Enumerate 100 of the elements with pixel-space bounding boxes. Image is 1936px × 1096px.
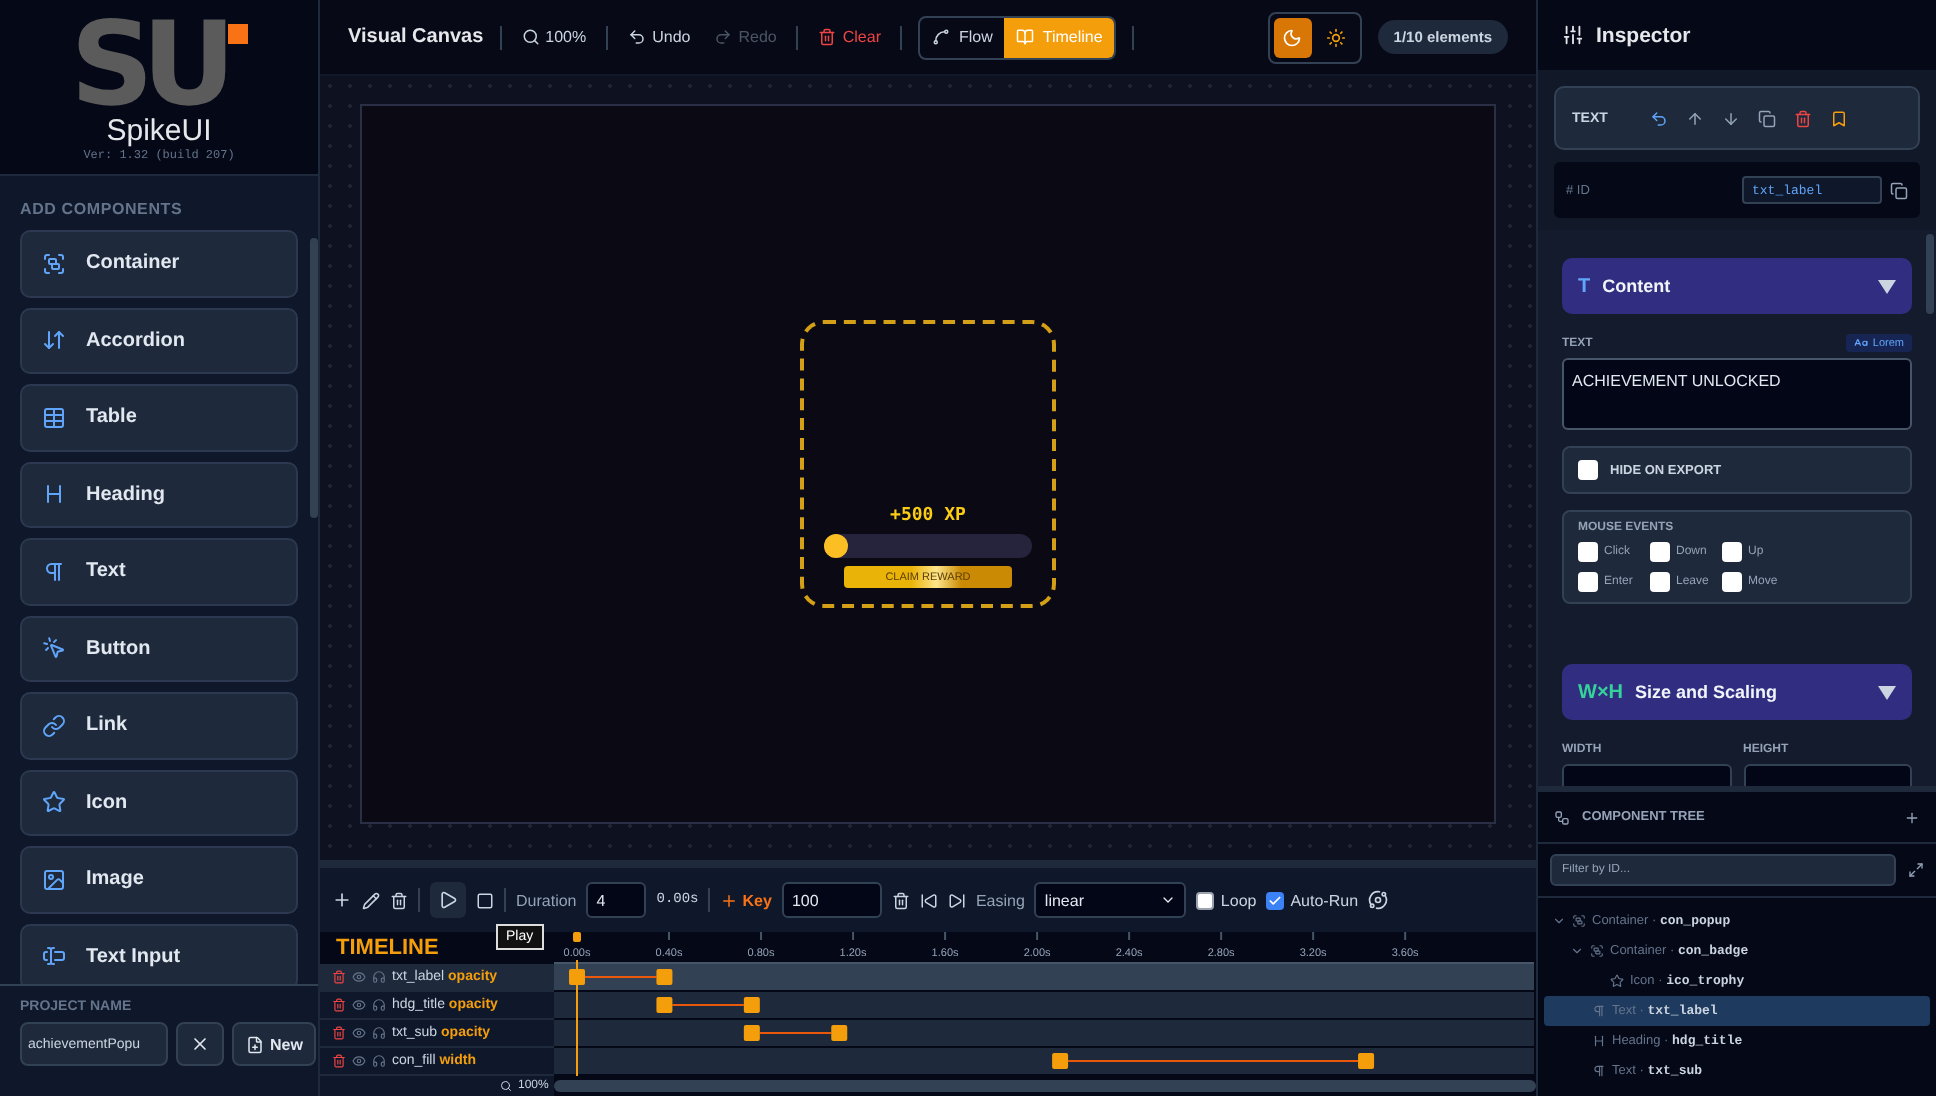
zoom-button[interactable]: 100% xyxy=(517,28,591,46)
copy-icon[interactable] xyxy=(1757,109,1776,127)
scrollbar[interactable] xyxy=(554,1080,1536,1092)
group-icon xyxy=(1572,914,1586,928)
app-name: SpikeUI xyxy=(106,113,212,147)
pilcrow-icon xyxy=(1592,1064,1606,1078)
inspector-title: Inspector xyxy=(1596,23,1691,47)
search-icon xyxy=(500,1080,512,1092)
book-icon xyxy=(1016,28,1035,46)
heading-icon xyxy=(42,482,66,507)
tree-icon xyxy=(1554,809,1570,825)
bookmark-icon[interactable] xyxy=(1829,109,1848,127)
keyframe-marker[interactable] xyxy=(1358,1053,1375,1069)
undo-icon[interactable] xyxy=(1649,109,1668,127)
keyframe-marker[interactable] xyxy=(1052,1053,1069,1069)
orbit-icon[interactable] xyxy=(1368,890,1389,910)
section-header[interactable]: T Content xyxy=(1562,258,1912,314)
text-input-icon xyxy=(42,944,66,969)
close-icon xyxy=(190,1034,210,1054)
pencil-icon[interactable] xyxy=(362,891,380,909)
section-title: ADD COMPONENTS xyxy=(18,198,185,222)
component-item[interactable]: Table xyxy=(20,384,298,451)
duration-field[interactable]: 4 xyxy=(586,882,647,918)
redo-icon xyxy=(714,28,733,46)
auto-run-checkbox[interactable]: Auto-Run xyxy=(1266,891,1359,909)
stop-icon[interactable] xyxy=(476,891,494,909)
loop-checkbox[interactable]: Loop xyxy=(1196,891,1257,909)
moon-icon xyxy=(1282,27,1303,47)
chevron-icon xyxy=(1160,892,1177,908)
component-item[interactable]: Accordion xyxy=(20,307,298,374)
eye-icon[interactable] xyxy=(352,1026,366,1040)
eye-icon[interactable] xyxy=(352,1054,366,1068)
pointer-click-icon xyxy=(42,636,66,661)
arrow-up-icon[interactable] xyxy=(1685,109,1704,127)
mode-tab[interactable]: Flow xyxy=(920,17,1005,57)
key-value-field[interactable]: 100 xyxy=(781,882,882,918)
component-item[interactable]: Text Input xyxy=(20,923,298,984)
xp-text: +500 XP xyxy=(890,506,966,526)
moon-button[interactable] xyxy=(1273,17,1312,57)
eye-icon[interactable] xyxy=(352,998,366,1012)
scrollbar[interactable] xyxy=(1926,234,1934,314)
group-icon xyxy=(1590,944,1604,958)
canvas-title: Visual Canvas xyxy=(348,26,484,48)
skip-forward-icon[interactable] xyxy=(947,891,966,909)
component-item[interactable]: Container xyxy=(20,230,298,297)
keyframe-marker[interactable] xyxy=(831,1025,848,1041)
skip-back-icon[interactable] xyxy=(919,891,938,909)
curve-icon xyxy=(932,28,951,46)
trash-icon xyxy=(818,28,837,46)
component-item[interactable]: Text xyxy=(20,538,298,605)
add-icon[interactable] xyxy=(1904,809,1920,825)
sliders-icon xyxy=(1562,24,1584,46)
undo-icon xyxy=(628,28,647,46)
play-icon xyxy=(438,890,458,910)
file-plus-icon xyxy=(246,1035,264,1053)
caret-icon xyxy=(1878,685,1896,699)
arrow-down-icon[interactable] xyxy=(1721,109,1740,127)
component-item[interactable]: Icon xyxy=(20,769,298,836)
image-icon xyxy=(42,867,66,892)
undo-button[interactable]: Undo xyxy=(624,28,695,46)
search-icon xyxy=(521,28,540,46)
component-item[interactable]: Button xyxy=(20,615,298,682)
pilcrow-icon xyxy=(1592,1004,1606,1018)
keyframe-marker[interactable] xyxy=(656,969,673,985)
add-icon[interactable] xyxy=(332,890,352,910)
new-button[interactable]: New xyxy=(232,1022,317,1066)
plus-icon xyxy=(720,891,739,909)
logo-square xyxy=(227,23,248,43)
expand-icon[interactable] xyxy=(1908,862,1924,878)
keyframe-marker[interactable] xyxy=(656,997,673,1013)
case-icon xyxy=(1854,336,1869,350)
section-header[interactable]: W×H Size and Scaling xyxy=(1562,664,1912,720)
star-icon xyxy=(42,790,66,815)
chevron-icon xyxy=(1570,944,1584,958)
component-item[interactable]: Heading xyxy=(20,461,298,528)
close-button[interactable] xyxy=(176,1022,224,1066)
pilcrow-icon xyxy=(42,559,66,584)
star-icon xyxy=(1610,974,1624,988)
clear-button[interactable]: Clear xyxy=(814,28,885,46)
heading-icon xyxy=(1592,1034,1606,1048)
component-item[interactable]: Image xyxy=(20,846,298,913)
chevron-icon xyxy=(1552,914,1566,928)
easing-select[interactable]: linear xyxy=(1034,882,1187,918)
scrollbar[interactable] xyxy=(310,238,318,518)
sun-icon xyxy=(1326,27,1347,47)
table-icon xyxy=(42,405,66,430)
caret-icon xyxy=(1878,279,1896,293)
up-down-arrows-icon xyxy=(42,328,66,353)
link-icon xyxy=(42,713,66,738)
eye-icon[interactable] xyxy=(352,970,366,984)
text-field[interactable]: ACHIEVEMENT UNLOCKED xyxy=(1562,358,1912,430)
play-button[interactable] xyxy=(430,882,466,918)
duration-label: Duration xyxy=(516,891,577,909)
easing-label: Easing xyxy=(975,891,1025,909)
check-icon xyxy=(1268,893,1283,907)
group-icon xyxy=(42,251,66,276)
logo-mark: SU xyxy=(70,13,224,113)
component-item[interactable]: Link xyxy=(20,692,298,759)
add-key-button[interactable]: Key xyxy=(720,891,772,909)
copy-icon[interactable] xyxy=(1890,181,1908,199)
